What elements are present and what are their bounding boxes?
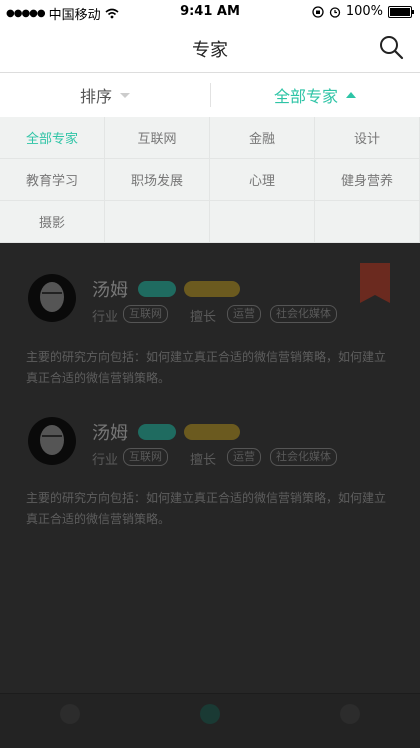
category-empty-cell (315, 201, 420, 243)
status-bar: ●●●●● 中国移动 9:41 AM 100% (0, 0, 420, 24)
category-item-career[interactable]: 职场发展 (105, 159, 210, 201)
home-icon (60, 704, 80, 724)
search-icon[interactable] (378, 34, 404, 60)
expert-description: 主要的研究方向包括：如何建立真正合适的微信营销策略，如何建立真正合适的微信营销策… (26, 491, 387, 526)
industry-tag: 互联网 (123, 305, 168, 323)
chat-icon (200, 704, 220, 724)
verified-badge (184, 281, 240, 297)
expert-card[interactable]: 汤姆 行业 互联网 擅长 运营 社会化媒体 主要的研究方向包括：如何建立真正合适… (0, 243, 420, 388)
level-badge (138, 424, 176, 440)
tab-profile[interactable] (280, 694, 420, 748)
category-dropdown-label: 全部专家 (273, 87, 338, 106)
avatar (28, 417, 76, 465)
alarm-icon (329, 6, 340, 18)
tab-experts[interactable] (140, 694, 280, 748)
industry-label: 行业 (92, 310, 119, 325)
expert-name: 汤姆 (92, 280, 128, 301)
category-item-fitness[interactable]: 健身营养 (315, 159, 420, 201)
tab-home[interactable] (0, 694, 140, 748)
battery-icon (388, 5, 414, 18)
orientation-lock-icon (312, 5, 324, 18)
category-item-all[interactable]: 全部专家 (0, 117, 105, 159)
category-dropdown[interactable]: 全部专家 (210, 73, 420, 117)
tab-bar (0, 693, 420, 748)
chevron-down-icon (120, 92, 130, 98)
sort-dropdown[interactable]: 排序 (0, 73, 210, 117)
recommend-ribbon (360, 263, 390, 303)
skill-label: 擅长 (190, 310, 217, 325)
category-item-photography[interactable]: 摄影 (0, 201, 105, 243)
category-empty-cell (105, 201, 210, 243)
category-item-design[interactable]: 设计 (315, 117, 420, 159)
category-empty-cell (210, 201, 315, 243)
page-title: 专家 (192, 40, 228, 61)
verified-badge (184, 424, 240, 440)
filter-bar: 排序 全部专家 (0, 73, 420, 118)
skill-tag: 社会化媒体 (270, 305, 337, 323)
skill-tag: 运营 (227, 305, 261, 323)
expert-name: 汤姆 (92, 423, 128, 444)
category-item-finance[interactable]: 金融 (210, 117, 315, 159)
category-item-education[interactable]: 教育学习 (0, 159, 105, 201)
sort-label: 排序 (79, 87, 112, 106)
industry-tag: 互联网 (123, 448, 168, 466)
skill-tag: 社会化媒体 (270, 448, 337, 466)
level-badge (138, 281, 176, 297)
avatar (28, 274, 76, 322)
expert-description: 主要的研究方向包括：如何建立真正合适的微信营销策略，如何建立真正合适的微信营销策… (26, 350, 387, 385)
nav-bar: 专家 (0, 24, 420, 73)
category-grid: 全部专家 互联网 金融 设计 教育学习 职场发展 心理 健身营养 摄影 (0, 117, 420, 243)
battery-percent: 100% (345, 4, 383, 19)
chevron-up-icon (346, 92, 356, 98)
person-icon (340, 704, 360, 724)
category-item-psychology[interactable]: 心理 (210, 159, 315, 201)
expert-card[interactable]: 汤姆 行业 互联网 擅长 运营 社会化媒体 主要的研究方向包括：如何建立真正合适… (0, 388, 420, 538)
category-item-internet[interactable]: 互联网 (105, 117, 210, 159)
skill-label: 擅长 (190, 453, 217, 468)
skill-tag: 运营 (227, 448, 261, 466)
industry-label: 行业 (92, 453, 119, 468)
expert-list: 汤姆 行业 互联网 擅长 运营 社会化媒体 主要的研究方向包括：如何建立真正合适… (0, 243, 420, 693)
